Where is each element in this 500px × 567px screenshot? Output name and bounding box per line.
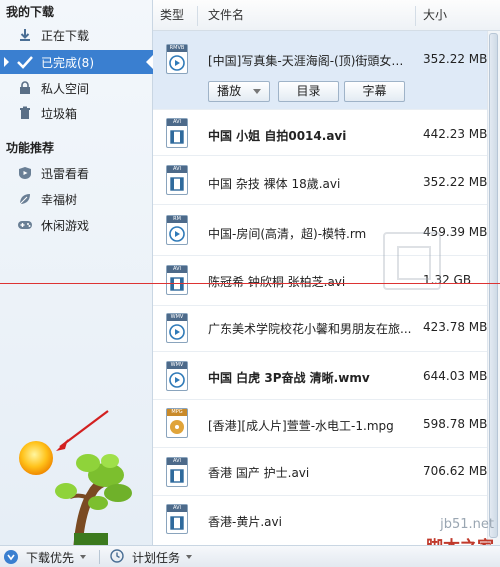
table-row[interactable]: RM 中国-房间(高清，超)-模特.rm 459.39 MB (153, 206, 500, 256)
sidebar-item-label: 已完成(8) (41, 55, 94, 70)
list-header: 类型 文件名 大小 (153, 0, 500, 31)
wmv-file-icon: WMV (166, 313, 188, 343)
play-dropdown-button[interactable]: 播放 (208, 81, 270, 102)
file-type-tag: AVI (167, 458, 187, 465)
lock-icon (17, 80, 33, 96)
subtitle-button[interactable]: 字幕 (344, 81, 405, 102)
download-priority-dropdown[interactable]: 下载优先 (4, 546, 87, 567)
file-type-tag: RM (167, 216, 187, 223)
rmvb-file-icon: RMVB (166, 44, 188, 74)
file-list-panel: 类型 文件名 大小 RMVB [中国]写真集-天涯海阁-(顶)街頭女孩(... … (153, 0, 500, 545)
chevron-down-icon (252, 89, 261, 94)
table-row[interactable]: AVI 中国 小姐 自拍0014.avi 442.23 MB (153, 111, 500, 156)
leaf-icon (17, 191, 33, 207)
file-type-tag: AVI (167, 266, 187, 273)
toolbar-divider (99, 550, 100, 564)
sidebar-item-downloading[interactable]: 正在下载 (0, 23, 153, 47)
sidebar-item-label: 正在下载 (41, 28, 90, 43)
expand-arrow-icon (4, 57, 9, 67)
shield-play-icon (17, 165, 33, 181)
avi-file-icon: AVI (166, 265, 188, 295)
file-name: 中国 白虎 3P奋战 清晰.wmv (208, 371, 370, 385)
sidebar-item-label: 迅雷看看 (41, 166, 90, 181)
file-size: 352.22 MB (423, 52, 488, 66)
sidebar-item-label: 私人空间 (41, 81, 90, 96)
sidebar-item-happy-tree[interactable]: 幸福树 (0, 187, 153, 211)
avi-file-icon: AVI (166, 457, 188, 487)
file-name: 中国 杂技 裸体 18歲.avi (208, 177, 341, 191)
file-size: 598.78 MB (423, 417, 488, 431)
table-row[interactable]: AVI 中国 杂技 裸体 18歲.avi 352.22 MB (153, 157, 500, 205)
file-name: 香港 国产 护士.avi (208, 466, 310, 480)
file-size: 706.62 MB (423, 464, 488, 478)
gamepad-icon (17, 217, 33, 233)
file-type-tag: WMV (167, 314, 187, 321)
bottom-toolbar: 下载优先 计划任务 (0, 545, 500, 567)
chevron-down-icon (80, 555, 87, 559)
check-icon (17, 54, 33, 70)
column-separator (197, 6, 198, 26)
download-priority-label: 下载优先 (26, 550, 75, 565)
sidebar: 我的下载 正在下载 已完成(8) 私人空间 垃圾箱 功能推荐 迅雷看看 幸福树 … (0, 0, 154, 545)
column-header-size[interactable]: 大小 (423, 0, 447, 31)
table-row[interactable]: AVI 陈冠希 钟欣桐 张柏芝.avi 1.32 GB (153, 257, 500, 306)
file-type-tag: AVI (167, 166, 187, 173)
sidebar-item-xunlei-kankan[interactable]: 迅雷看看 (0, 161, 153, 185)
section-title-features: 功能推荐 (6, 141, 55, 155)
column-header-name[interactable]: 文件名 (208, 0, 244, 31)
table-row[interactable]: WMV 广东美术学院校花小馨和男朋友在旅... 423.78 MB (153, 307, 500, 352)
file-size: 423.78 MB (423, 320, 488, 334)
table-row[interactable]: WMV 中国 白虎 3P奋战 清晰.wmv 644.03 MB (153, 353, 500, 400)
column-header-type[interactable]: 类型 (160, 0, 184, 31)
sidebar-item-completed[interactable]: 已完成(8) (0, 50, 154, 74)
file-size: 352.22 MB (423, 175, 488, 189)
file-name: 中国 小姐 自拍0014.avi (208, 129, 347, 143)
sidebar-item-label: 休闲游戏 (41, 218, 90, 233)
table-row[interactable]: RMVB [中国]写真集-天涯海阁-(顶)街頭女孩(... 352.22 MB … (153, 31, 500, 110)
folder-button[interactable]: 目录 (278, 81, 339, 102)
watermark-logo (383, 232, 441, 290)
watermark-site: jb51.net (440, 517, 494, 532)
file-name: 广东美术学院校花小馨和男朋友在旅... (208, 322, 412, 336)
avi-file-icon: AVI (166, 504, 188, 534)
file-type-tag: RMVB (167, 45, 187, 52)
sidebar-item-label: 垃圾箱 (41, 106, 78, 121)
trash-icon (17, 105, 33, 121)
sun-tree-illustration (19, 410, 132, 545)
file-name: 香港-黄片.avi (208, 515, 282, 529)
file-name: [中国]写真集-天涯海阁-(顶)街頭女孩(... (208, 54, 413, 68)
priority-icon (4, 550, 18, 564)
file-size: 644.03 MB (423, 369, 488, 383)
file-type-tag: MPG (167, 409, 187, 416)
file-type-tag: AVI (167, 119, 187, 126)
file-type-tag: AVI (167, 505, 187, 512)
column-separator (415, 6, 416, 26)
play-button-label: 播放 (217, 84, 242, 98)
sidebar-item-casual-games[interactable]: 休闲游戏 (0, 213, 153, 237)
rm-file-icon: RM (166, 215, 188, 245)
avi-file-icon: AVI (166, 165, 188, 195)
table-row[interactable]: MPG [香港][成人片]萱萱-水电工-1.mpg 598.78 MB (153, 401, 500, 448)
download-icon (17, 27, 33, 43)
scheduled-tasks-dropdown[interactable]: 计划任务 (110, 546, 193, 567)
wmv-file-icon: WMV (166, 361, 188, 391)
annotation-red-line (0, 283, 500, 284)
sidebar-item-trash[interactable]: 垃圾箱 (0, 101, 153, 125)
scheduled-tasks-label: 计划任务 (132, 550, 181, 565)
section-title-my-downloads: 我的下载 (6, 5, 55, 19)
scrollbar-thumb[interactable] (489, 33, 498, 538)
table-row[interactable]: AVI 香港 国产 护士.avi 706.62 MB (153, 449, 500, 496)
file-type-tag: WMV (167, 362, 187, 369)
file-size: 442.23 MB (423, 127, 488, 141)
sidebar-item-private-space[interactable]: 私人空间 (0, 76, 153, 100)
sidebar-item-label: 幸福树 (41, 192, 78, 207)
file-name: [香港][成人片]萱萱-水电工-1.mpg (208, 419, 394, 433)
chevron-down-icon (186, 555, 193, 559)
clock-icon (110, 548, 124, 566)
mpg-file-icon: MPG (166, 408, 188, 438)
avi-file-icon: AVI (166, 118, 188, 148)
